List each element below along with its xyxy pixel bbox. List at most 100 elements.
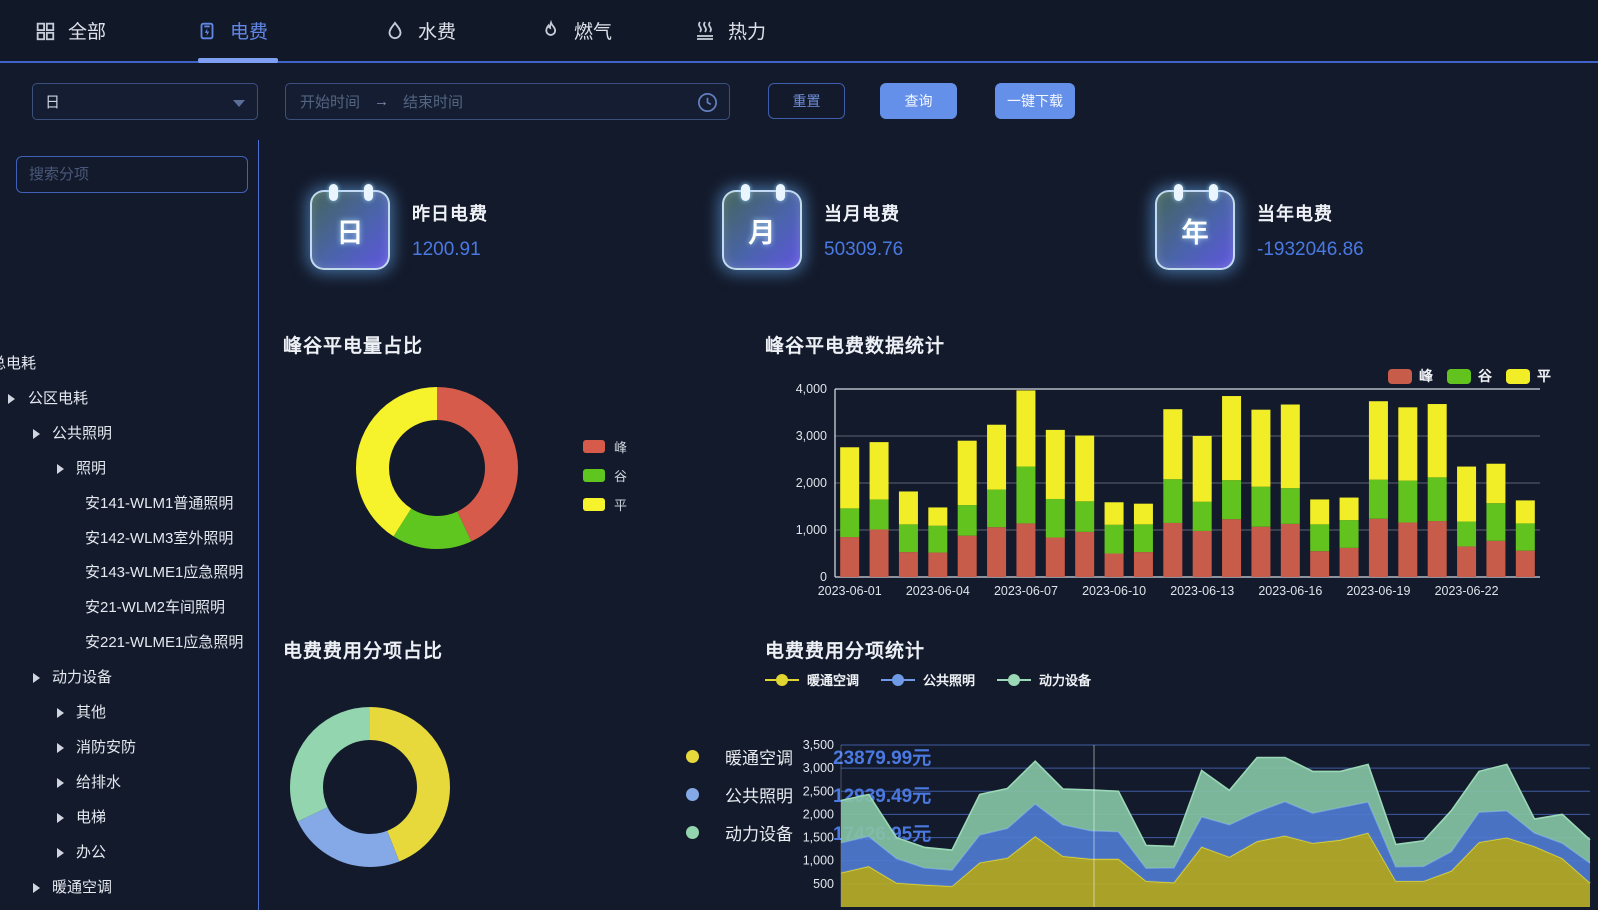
tree-item[interactable]: 动力设备 <box>52 667 112 689</box>
tab-label: 全部 <box>68 17 106 44</box>
tab-label: 水费 <box>418 17 456 44</box>
tab-water[interactable]: 水费 <box>384 0 456 61</box>
energy-donut-chart[interactable] <box>290 368 590 578</box>
legend-item[interactable]: 谷 <box>1447 366 1492 386</box>
tab-label: 燃气 <box>574 17 612 44</box>
legend-label: 平 <box>1537 366 1551 386</box>
query-button[interactable]: 查询 <box>880 83 957 119</box>
top-nav: 全部 电费 水费 燃气 热力 <box>0 0 1598 63</box>
tree-item[interactable]: 给排水 <box>76 772 121 794</box>
svg-text:2023-06-04: 2023-06-04 <box>906 584 970 598</box>
svg-text:2,500: 2,500 <box>803 784 834 798</box>
legend-label: 谷 <box>1478 366 1492 386</box>
stat-card-yesterday: 日 昨日电费 1200.91 <box>310 190 488 278</box>
filter-bar: 日 开始时间 → 结束时间 重置 查询 一键下载 <box>0 65 1598 140</box>
caret-right-icon[interactable] <box>8 394 15 404</box>
legend-label: 平 <box>614 495 627 514</box>
tree-item[interactable]: 安21-WLM2车间照明 <box>85 597 225 619</box>
tab-label: 电费 <box>230 17 268 44</box>
energy-dashboard: 全部 电费 水费 燃气 热力 日 开始时间 → 结束时间 <box>0 0 1598 910</box>
tree-item[interactable]: 电梯 <box>76 807 106 829</box>
cost-bar-chart[interactable]: 01,0002,0003,0004,0002023-06-012023-06-0… <box>780 360 1598 610</box>
legend-dot <box>686 788 699 801</box>
svg-text:2,000: 2,000 <box>796 476 827 490</box>
svg-text:2023-06-13: 2023-06-13 <box>1170 584 1234 598</box>
stat-label: 昨日电费 <box>412 200 488 226</box>
svg-text:2,000: 2,000 <box>803 807 834 821</box>
breakdown-donut-chart[interactable] <box>285 700 605 910</box>
tree-item[interactable]: 其他 <box>76 702 106 724</box>
reset-button[interactable]: 重置 <box>768 83 845 119</box>
legend-swatch <box>583 498 605 511</box>
grid-icon <box>34 20 56 42</box>
legend-swatch <box>1388 369 1412 384</box>
caret-right-icon[interactable] <box>57 813 64 823</box>
caret-right-icon[interactable] <box>57 778 64 788</box>
caret-right-icon[interactable] <box>57 848 64 858</box>
legend-swatch <box>583 440 605 453</box>
legend-item[interactable]: 峰 <box>583 437 627 456</box>
caret-right-icon[interactable] <box>33 673 40 683</box>
breakdown-area-chart[interactable]: 5001,0001,5002,0002,5003,0003,500 <box>770 660 1598 910</box>
svg-text:1,000: 1,000 <box>803 854 834 868</box>
legend-dot <box>686 826 699 839</box>
tree-item[interactable]: 公区电耗 <box>28 388 88 410</box>
clock-icon <box>696 91 719 114</box>
caret-right-icon[interactable] <box>33 429 40 439</box>
stat-card-month: 月 当月电费 50309.76 <box>722 190 903 278</box>
tree-item[interactable]: 安221-WLME1应急照明 <box>85 632 243 654</box>
legend-swatch <box>1506 369 1530 384</box>
download-button[interactable]: 一键下载 <box>995 83 1075 119</box>
tree-item[interactable]: 办公 <box>76 842 106 864</box>
tree-item[interactable]: 暖通空调 <box>52 877 112 899</box>
tree-item[interactable]: 安142-WLM3室外照明 <box>85 528 233 550</box>
caret-right-icon[interactable] <box>57 708 64 718</box>
stat-card-year: 年 当年电费 -1932046.86 <box>1155 190 1364 278</box>
panel-title-cost-bars: 峰谷平电费数据统计 <box>765 331 945 358</box>
svg-text:3,500: 3,500 <box>803 738 834 752</box>
svg-text:2023-06-10: 2023-06-10 <box>1082 584 1146 598</box>
stat-value: -1932046.86 <box>1257 239 1364 261</box>
flame-icon <box>540 20 562 42</box>
tree-item[interactable]: 照明 <box>76 458 106 480</box>
svg-text:500: 500 <box>813 877 834 891</box>
legend-item[interactable]: 谷 <box>583 466 627 485</box>
tree-item[interactable]: 总电耗 <box>0 353 36 375</box>
caret-right-icon[interactable] <box>57 464 64 474</box>
tree-item[interactable]: 公共照明 <box>52 423 112 445</box>
range-arrow: → <box>374 93 389 110</box>
caret-right-icon[interactable] <box>33 883 40 893</box>
svg-text:4,000: 4,000 <box>796 382 827 396</box>
cost-bar-legend: 峰谷平 <box>1388 366 1551 386</box>
svg-text:3,000: 3,000 <box>796 429 827 443</box>
panel-title-breakdown-area: 电费费用分项统计 <box>765 636 925 663</box>
caret-right-icon[interactable] <box>57 743 64 753</box>
panel-title-energy-donut: 峰谷平电量占比 <box>283 331 423 358</box>
svg-text:1,000: 1,000 <box>796 523 827 537</box>
legend-label: 谷 <box>614 466 627 485</box>
svg-text:1,500: 1,500 <box>803 831 834 845</box>
tab-gas[interactable]: 燃气 <box>540 0 612 61</box>
legend-item[interactable]: 平 <box>1506 366 1551 386</box>
tree-item[interactable]: 安143-WLME1应急照明 <box>85 562 243 584</box>
search-input[interactable] <box>16 156 248 193</box>
water-drop-icon <box>384 20 406 42</box>
tab-electricity[interactable]: 电费 <box>196 0 268 61</box>
svg-text:2023-06-01: 2023-06-01 <box>818 584 882 598</box>
svg-text:2023-06-22: 2023-06-22 <box>1435 584 1499 598</box>
tab-label: 热力 <box>728 17 766 44</box>
legend-item[interactable]: 峰 <box>1388 366 1433 386</box>
stat-value: 50309.76 <box>824 239 903 261</box>
date-range-picker[interactable]: 开始时间 → 结束时间 <box>285 83 730 120</box>
legend-item[interactable]: 平 <box>583 495 627 514</box>
period-select-value: 日 <box>45 91 60 112</box>
tree-item[interactable]: 安141-WLM1普通照明 <box>85 493 233 515</box>
panel-title-breakdown-donut: 电费费用分项占比 <box>283 636 443 663</box>
period-select[interactable]: 日 <box>32 83 258 120</box>
tab-all[interactable]: 全部 <box>34 0 106 61</box>
month-calendar-icon: 月 <box>722 190 802 270</box>
chevron-down-icon <box>233 100 245 107</box>
stat-label: 当年电费 <box>1257 200 1364 226</box>
tab-heat[interactable]: 热力 <box>692 0 766 61</box>
tree-item[interactable]: 消防安防 <box>76 737 136 759</box>
